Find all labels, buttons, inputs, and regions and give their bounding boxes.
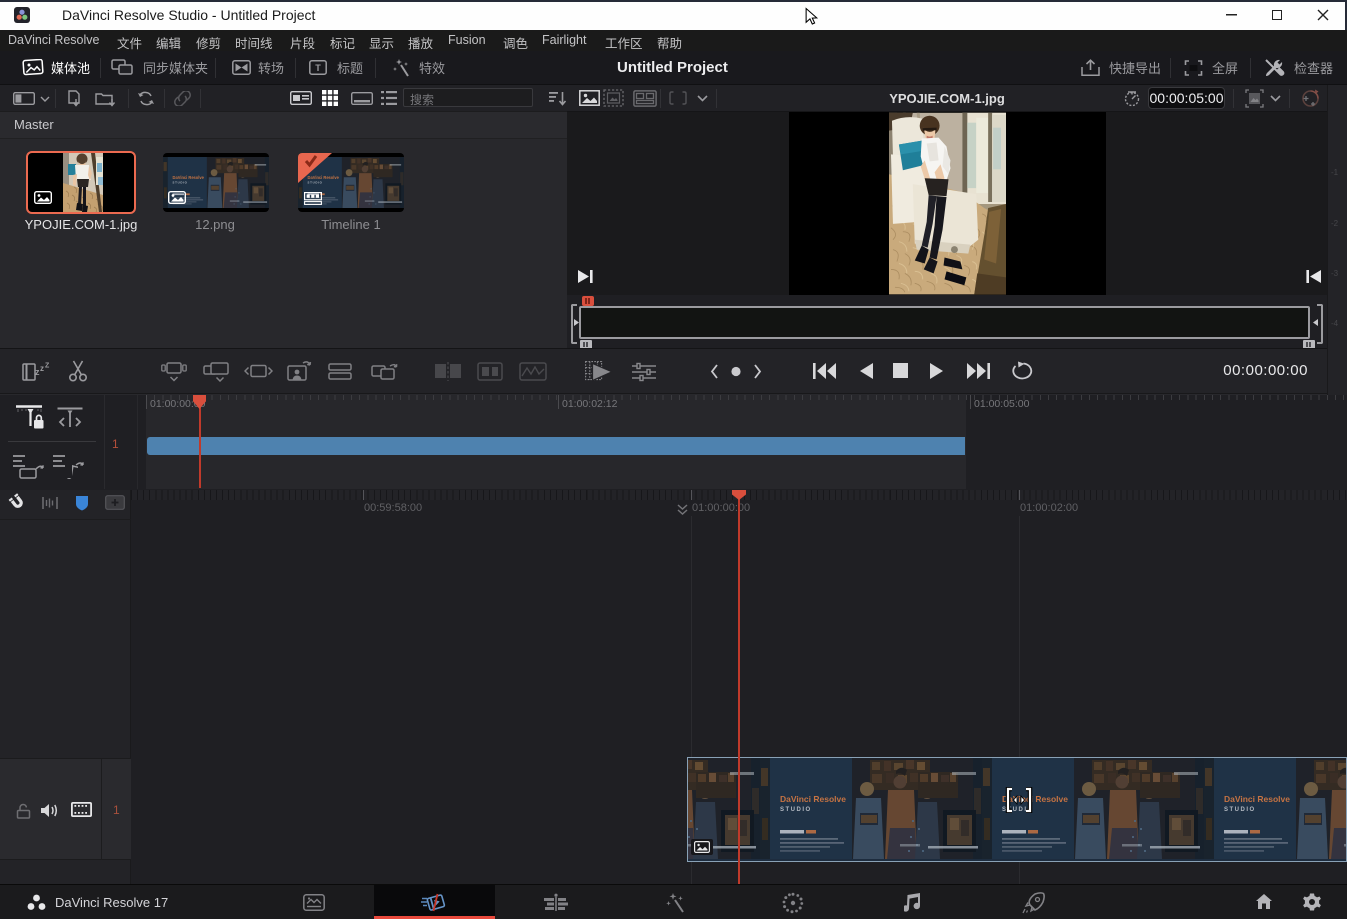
svg-text:z: z xyxy=(40,364,44,373)
svg-text:T: T xyxy=(315,63,321,73)
svg-text:Z: Z xyxy=(45,363,50,370)
